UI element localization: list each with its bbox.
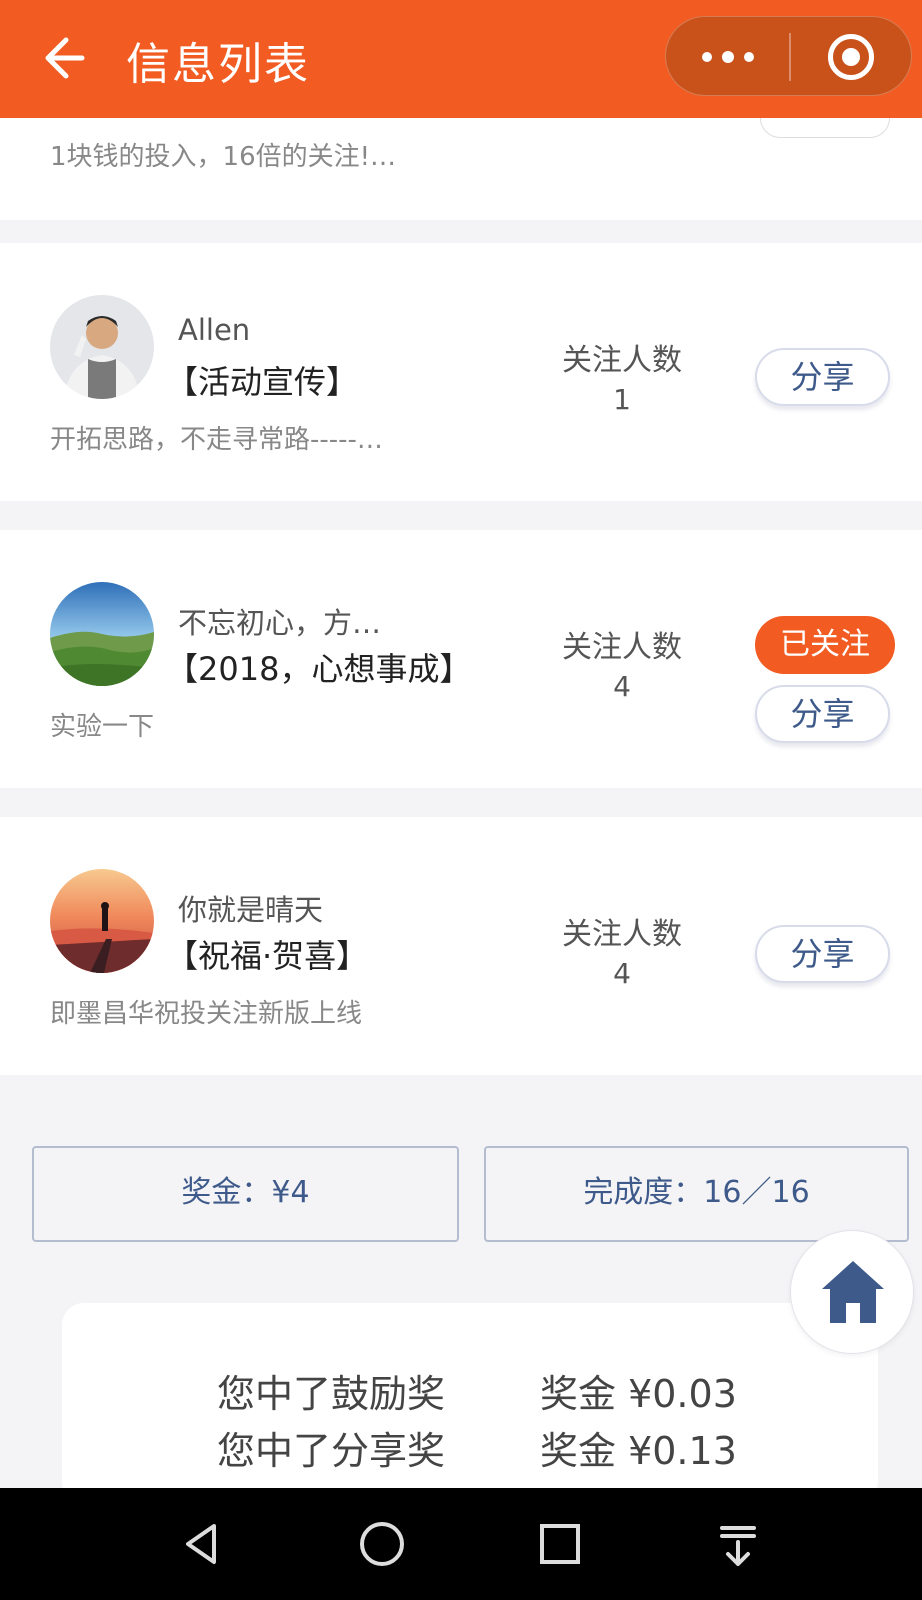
- item-desc: 1块钱的投入，16倍的关注!…: [50, 142, 397, 172]
- system-back-button[interactable]: [174, 1514, 234, 1574]
- system-notification-button[interactable]: [708, 1514, 768, 1574]
- item-author: 不忘初心，方…: [178, 606, 382, 640]
- prize-row: 您中了分享奖 奖金 ¥0.13: [62, 1420, 878, 1474]
- follow-count-value: 4: [613, 670, 631, 703]
- triangle-back-icon: [186, 1524, 216, 1564]
- system-home-button[interactable]: [352, 1514, 412, 1574]
- item-category: 【2018，心想事成】: [166, 650, 472, 688]
- share-button[interactable]: 分享: [755, 348, 890, 406]
- follow-count-label: 关注人数: [562, 630, 682, 665]
- item-author: Allen: [178, 313, 251, 347]
- follow-count-value: 4: [613, 957, 631, 990]
- follow-count-value: 1: [613, 383, 631, 416]
- share-button[interactable]: 分享: [755, 685, 890, 743]
- item-category: 【活动宣传】: [166, 363, 359, 401]
- follow-count-label: 关注人数: [562, 917, 682, 952]
- close-program-button[interactable]: [791, 17, 913, 97]
- system-nav-bar: [0, 1488, 922, 1600]
- home-icon: [822, 1261, 884, 1323]
- list-item-partial[interactable]: 1块钱的投入，16倍的关注!…: [0, 98, 922, 220]
- more-dots-icon: [702, 52, 712, 62]
- prize-name: 您中了鼓励奖: [217, 1372, 446, 1416]
- item-desc: 开拓思路，不走寻常路-----…: [50, 425, 383, 455]
- share-button[interactable]: 分享: [755, 925, 890, 983]
- page-title: 信息列表: [126, 39, 310, 90]
- avatar: [50, 869, 154, 973]
- prize-name: 您中了分享奖: [217, 1429, 446, 1473]
- item-desc: 即墨昌华祝投关注新版上线: [50, 999, 363, 1029]
- prize-amount: 奖金 ¥0.13: [540, 1429, 737, 1473]
- arrow-left-icon: [45, 37, 85, 79]
- prize-row: 您中了鼓励奖 奖金 ¥0.03: [62, 1363, 878, 1417]
- prize-amount: 奖金 ¥0.03: [540, 1372, 737, 1416]
- more-button[interactable]: [666, 17, 788, 97]
- back-button[interactable]: [36, 30, 92, 86]
- followed-button[interactable]: 已关注: [755, 616, 895, 674]
- avatar: [50, 295, 154, 399]
- square-recents-icon: [540, 1524, 580, 1564]
- item-desc: 实验一下: [50, 712, 155, 742]
- circle-home-icon: [360, 1522, 404, 1566]
- system-recents-button[interactable]: [530, 1514, 590, 1574]
- home-button[interactable]: [790, 1230, 914, 1354]
- follow-count-label: 关注人数: [562, 343, 682, 378]
- bonus-box: 奖金：¥4: [32, 1146, 459, 1242]
- top-bar: 信息列表: [0, 0, 922, 118]
- list-item[interactable]: 不忘初心，方… 【2018，心想事成】 实验一下 关注人数 4 已关注 分享: [0, 530, 922, 788]
- mini-program-capsule: [665, 16, 912, 96]
- item-category: 【祝福·贺喜】: [166, 937, 369, 975]
- list-item[interactable]: Allen 【活动宣传】 开拓思路，不走寻常路-----… 关注人数 1 分享: [0, 243, 922, 501]
- item-author: 你就是晴天: [178, 893, 324, 927]
- list-item[interactable]: 你就是晴天 【祝福·贺喜】 即墨昌华祝投关注新版上线 关注人数 4 分享: [0, 817, 922, 1075]
- avatar: [50, 582, 154, 686]
- prize-panel: 您中了鼓励奖 奖金 ¥0.03 您中了分享奖 奖金 ¥0.13: [62, 1303, 878, 1503]
- completion-box: 完成度：16／16: [484, 1146, 909, 1242]
- pull-down-icon: [720, 1526, 756, 1566]
